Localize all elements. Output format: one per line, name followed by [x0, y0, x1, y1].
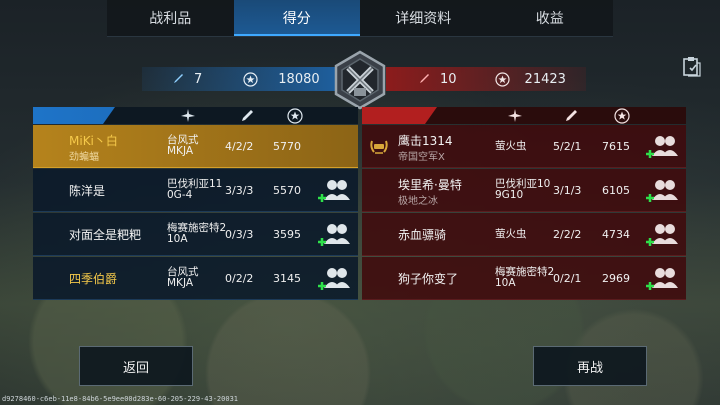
blue-team-score: 18080 [278, 71, 320, 87]
player-score: 4734 [602, 228, 630, 241]
tab-score[interactable]: 得分 [233, 0, 360, 36]
plane-model: 10A [495, 277, 516, 289]
red-player-row[interactable]: 埃里希·曼特 极地之冰 巴伐利亚10 9G10 3/1/3 6105 [362, 169, 686, 212]
tab-earnings[interactable]: 收益 [487, 0, 614, 36]
player-name: 埃里希·曼特 [398, 178, 462, 192]
red-team-score: 21423 [524, 71, 566, 87]
rank-emblem-icon [334, 50, 386, 110]
player-name: 对面全是粑粑 [69, 228, 142, 242]
player-score: 5770 [273, 140, 301, 153]
star-badge-icon [287, 108, 303, 124]
player-name: 陈洋是 [69, 184, 106, 198]
blue-player-row[interactable]: 陈洋是 巴伐利亚11 0G-4 3/3/3 5570 [33, 169, 358, 212]
plane-icon [508, 109, 522, 122]
red-player-row[interactable]: 赤血骠骑 萤火虫 2/2/2 4734 [362, 213, 686, 256]
player-score: 3145 [273, 272, 301, 285]
blue-team-kills: 7 [194, 71, 203, 87]
add-friend-icon[interactable] [646, 220, 680, 248]
tab-details[interactable]: 详细资料 [360, 0, 487, 36]
missile-icon [170, 71, 186, 87]
kda: 0/2/1 [553, 272, 582, 285]
add-friend-icon[interactable] [318, 220, 352, 248]
blue-team-summary: 7 18080 [142, 67, 338, 91]
kda: 2/2/2 [553, 228, 582, 241]
player-score: 7615 [602, 140, 630, 153]
kda: 5/2/1 [553, 140, 582, 153]
missile-icon [566, 110, 577, 121]
red-team-summary: 10 21423 [386, 67, 586, 91]
add-friend-icon[interactable] [318, 176, 352, 204]
plane-model: 9G10 [495, 189, 524, 201]
plane-name: 萤火虫 [495, 140, 527, 152]
plane-icon [181, 109, 195, 122]
star-badge-icon [614, 108, 630, 124]
red-team-header [362, 107, 686, 124]
kda: 3/3/3 [225, 184, 254, 197]
missile-icon [242, 110, 253, 121]
blue-player-row[interactable]: 对面全是粑粑 梅赛施密特2 10A 0/3/3 3595 [33, 213, 358, 256]
star-badge-icon [242, 71, 258, 87]
add-friend-icon[interactable] [318, 264, 352, 292]
add-friend-icon[interactable] [646, 132, 680, 160]
session-id: d9278460-c6eb-11e8-84b6-5e9ee00d283e-60-… [2, 395, 239, 403]
player-name: 四季伯爵 [69, 272, 118, 286]
rematch-button[interactable]: 再战 [533, 346, 647, 386]
plane-model: 10A [167, 233, 188, 245]
blue-player-row[interactable]: 四季伯爵 台风式 MKJA 0/2/2 3145 [33, 257, 358, 300]
blue-player-row[interactable]: MiKi丶白 劲蝙蝠 台风式 MKJA 4/2/2 5770 [33, 125, 358, 168]
plane-model: MKJA [167, 277, 194, 289]
kda: 0/3/3 [225, 228, 254, 241]
add-friend-icon[interactable] [646, 176, 680, 204]
plane-model: 0G-4 [167, 189, 193, 201]
red-player-row[interactable]: 狗子你变了 梅赛施密特2 10A 0/2/1 2969 [362, 257, 686, 300]
player-score: 5570 [273, 184, 301, 197]
red-team-kills: 10 [440, 71, 457, 87]
player-name: MiKi丶白 [69, 134, 118, 148]
red-player-row[interactable]: 鹰击1314 帝国空军X 萤火虫 5/2/1 7615 [362, 125, 686, 168]
add-friend-icon[interactable] [646, 264, 680, 292]
plane-model: MKJA [167, 145, 194, 157]
kda: 0/2/2 [225, 272, 254, 285]
laurel-badge-icon [370, 140, 388, 154]
player-title: 极地之冰 [398, 196, 438, 207]
player-name: 鹰击1314 [398, 134, 453, 148]
kda: 3/1/3 [553, 184, 582, 197]
plane-name: 萤火虫 [495, 228, 527, 240]
kda: 4/2/2 [225, 140, 254, 153]
clipboard-icon[interactable] [682, 55, 702, 77]
player-score: 2969 [602, 272, 630, 285]
player-title: 帝国空军X [398, 152, 445, 163]
player-name: 狗子你变了 [398, 272, 459, 286]
back-button[interactable]: 返回 [79, 346, 193, 386]
star-badge-icon [495, 71, 511, 87]
player-score: 6105 [602, 184, 630, 197]
tab-bar: 战利品 得分 详细资料 收益 [107, 0, 613, 37]
player-title: 劲蝙蝠 [69, 152, 99, 163]
tab-loot[interactable]: 战利品 [107, 0, 234, 36]
player-name: 赤血骠骑 [398, 228, 447, 242]
missile-icon [416, 71, 432, 87]
player-score: 3595 [273, 228, 301, 241]
